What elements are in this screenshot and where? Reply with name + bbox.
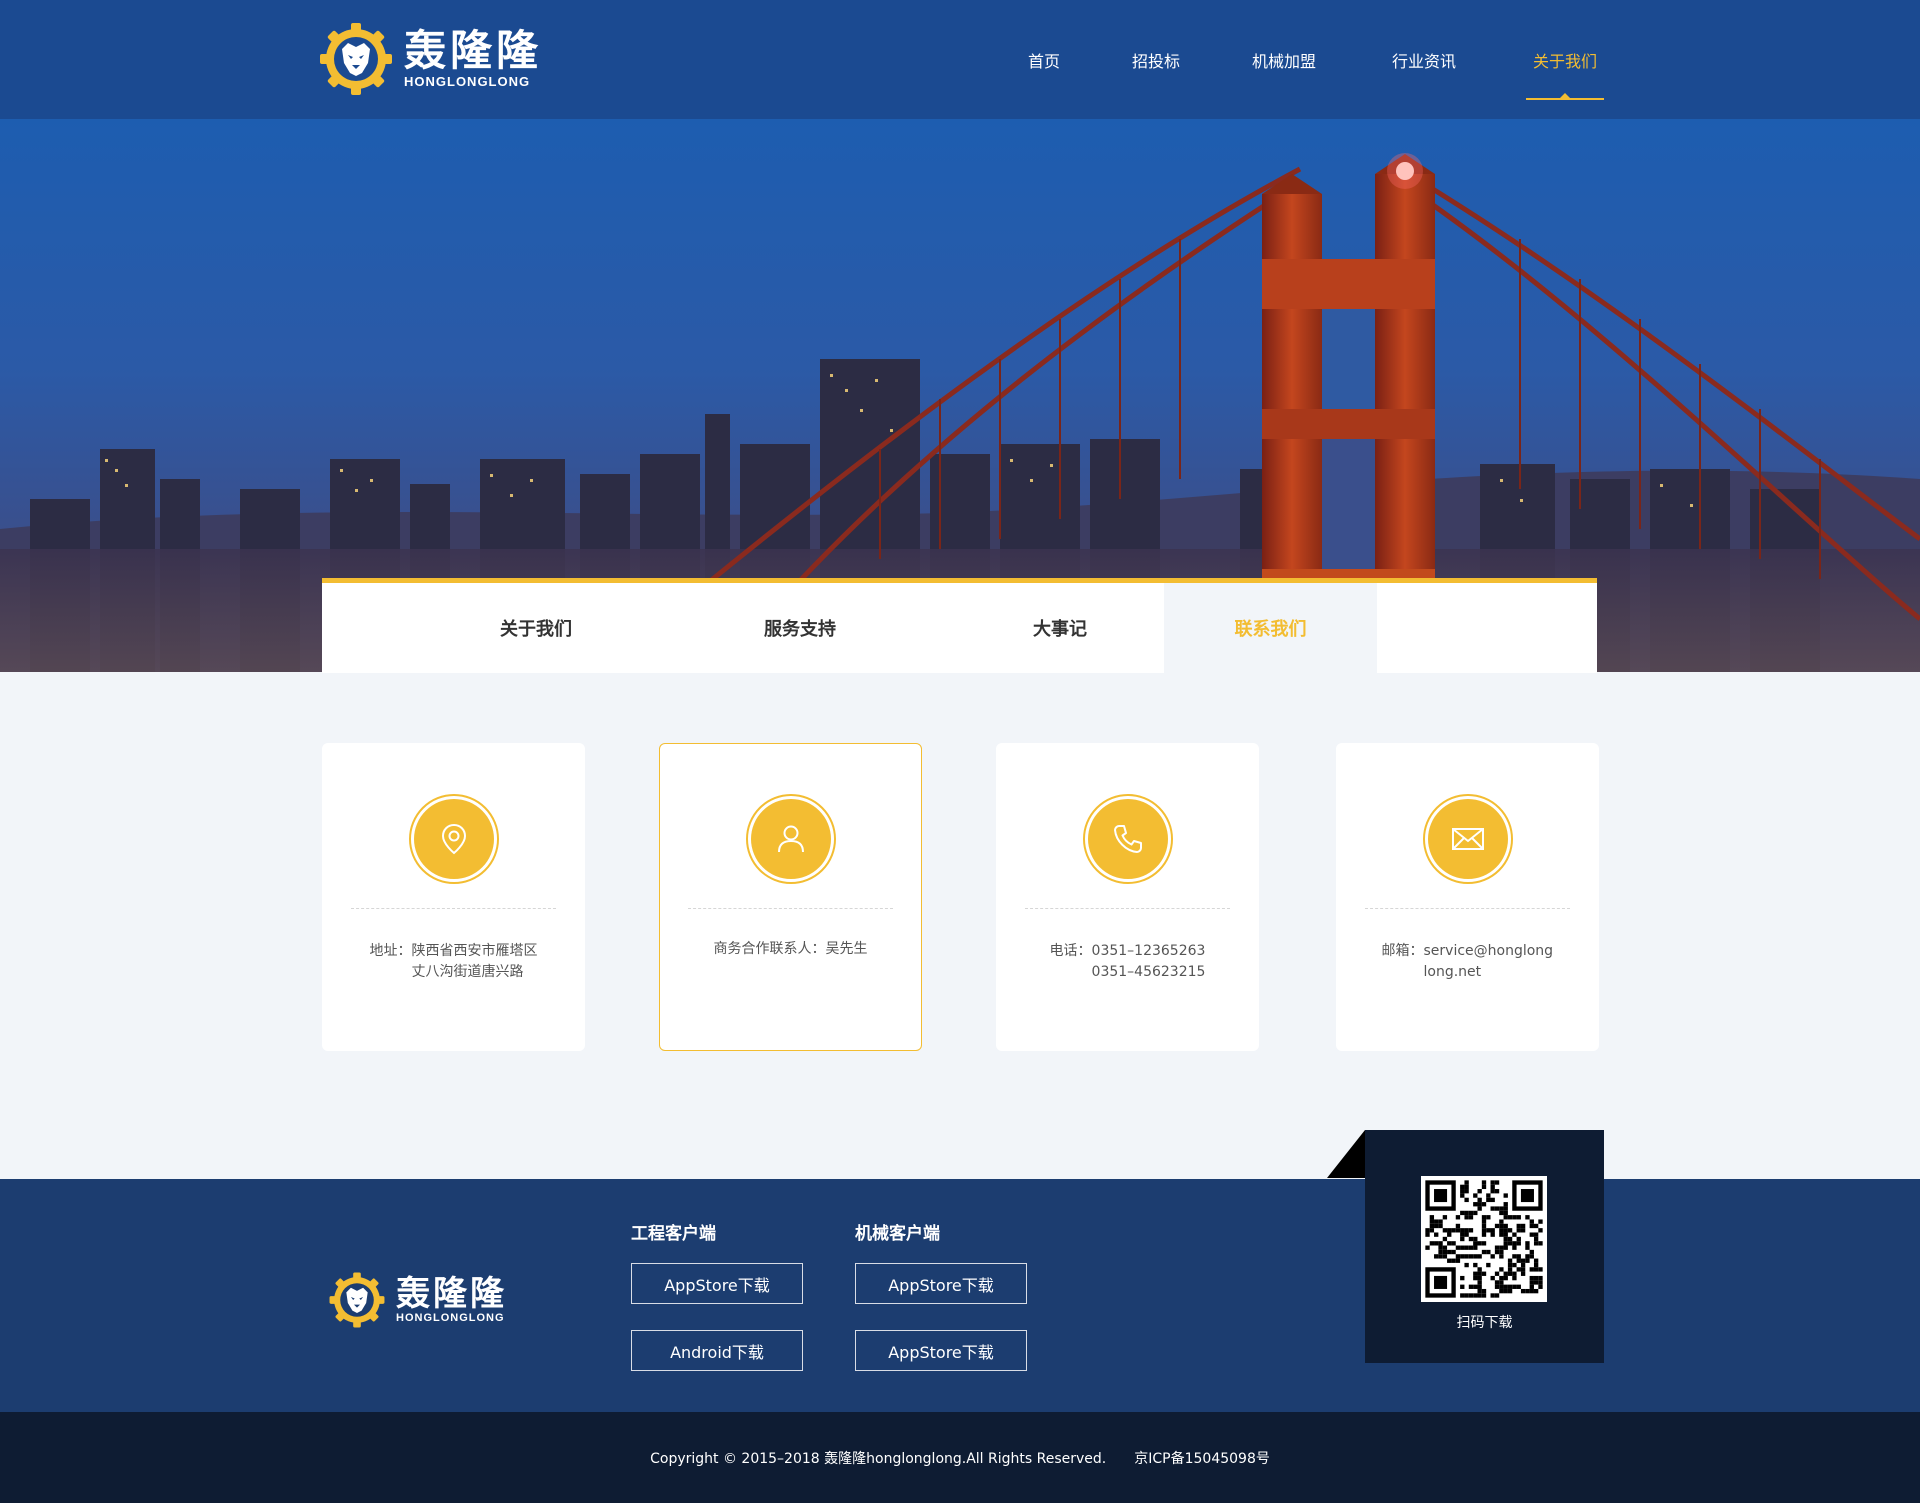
contact-card-phone: 电话： 0351–12365263 0351–45623215	[996, 743, 1259, 1051]
contact-card-business: 商务合作联系人： 吴先生	[659, 743, 922, 1051]
business-contact-value: 吴先生	[825, 941, 868, 957]
machinery-appstore-button[interactable]: AppStore下载	[855, 1263, 1027, 1304]
phone-icon	[1113, 825, 1142, 853]
phone-value: 0351–12365263 0351–45623215	[1091, 943, 1206, 980]
nav-item-about[interactable]: 关于我们	[1526, 0, 1604, 119]
qr-fold-corner	[1327, 1130, 1365, 1178]
divider	[1365, 908, 1570, 909]
business-contact-label: 商务合作联系人：	[713, 941, 826, 957]
brand-name-cn: 轰隆隆	[404, 26, 543, 75]
footer-brand-name-en: HONGLONGLONG	[396, 1311, 505, 1324]
brand-name-en: HONGLONGLONG	[404, 74, 531, 89]
lion-gear-icon	[320, 23, 392, 95]
about-subnav: 关于我们 服务支持 大事记 联系我们	[322, 578, 1597, 673]
email-label: 邮箱：	[1381, 943, 1424, 959]
site-header: 轰隆隆 HONGLONGLONG 首页 招投标 机械加盟 行业资讯 关于我们	[0, 0, 1920, 119]
mail-icon	[1451, 828, 1484, 850]
qr-code-image[interactable]	[1421, 1176, 1547, 1302]
nav-item-bidding[interactable]: 招投标	[1120, 0, 1192, 119]
nav-item-home[interactable]: 首页	[996, 0, 1092, 119]
contact-card-address: 地址： 陕西省西安市雁塔区 丈八沟街道唐兴路	[322, 743, 585, 1051]
engineering-android-button[interactable]: Android下载	[631, 1330, 803, 1371]
main-nav: 首页 招投标 机械加盟 行业资讯 关于我们	[996, 0, 1604, 119]
icp-text[interactable]: 京ICP备15045098号	[1134, 1448, 1270, 1468]
address-value: 陕西省西安市雁塔区 丈八沟街道唐兴路	[411, 943, 538, 980]
email-value[interactable]: service@honglonglong.net	[1424, 941, 1554, 983]
engineering-appstore-button[interactable]: AppStore下载	[631, 1263, 803, 1304]
qr-label: 扫码下载	[1456, 1315, 1513, 1331]
nav-item-machinery[interactable]: 机械加盟	[1248, 0, 1320, 119]
tab-contact-us[interactable]: 联系我们	[1164, 583, 1377, 673]
copyright-text: Copyright © 2015–2018 轰隆隆honglonglong.Al…	[650, 1450, 1107, 1467]
contact-card-email: 邮箱： service@honglonglong.net	[1336, 743, 1599, 1051]
address-label: 地址：	[369, 943, 412, 959]
engineering-client-column: 工程客户端 AppStore下载 Android下载	[631, 1219, 803, 1397]
copyright-bar: Copyright © 2015–2018 轰隆隆honglonglong.Al…	[0, 1412, 1920, 1503]
divider	[351, 908, 556, 909]
divider	[1025, 908, 1230, 909]
lion-gear-icon	[329, 1272, 385, 1328]
tab-service-support[interactable]: 服务支持	[670, 583, 930, 673]
divider	[688, 908, 893, 909]
tab-milestones[interactable]: 大事记	[930, 583, 1190, 673]
footer-logo[interactable]: 轰隆隆 HONGLONGLONG	[328, 1271, 507, 1329]
engineering-client-title: 工程客户端	[631, 1224, 716, 1244]
machinery-client-title: 机械客户端	[855, 1224, 940, 1244]
nav-item-news[interactable]: 行业资讯	[1388, 0, 1460, 119]
qr-download-box: 扫码下载	[1365, 1130, 1604, 1363]
tab-about-us[interactable]: 关于我们	[406, 583, 666, 673]
person-icon	[777, 825, 804, 853]
brand-logo[interactable]: 轰隆隆 HONGLONGLONG	[318, 21, 542, 97]
site-footer: 轰隆隆 HONGLONGLONG 工程客户端 AppStore下载 Androi…	[0, 1179, 1920, 1412]
phone-label: 电话：	[1049, 943, 1092, 959]
machinery-appstore-button-2[interactable]: AppStore下载	[855, 1330, 1027, 1371]
footer-brand-name-cn: 轰隆隆	[396, 1273, 507, 1314]
machinery-client-column: 机械客户端 AppStore下载 AppStore下载	[855, 1219, 1027, 1397]
location-icon	[441, 823, 466, 855]
